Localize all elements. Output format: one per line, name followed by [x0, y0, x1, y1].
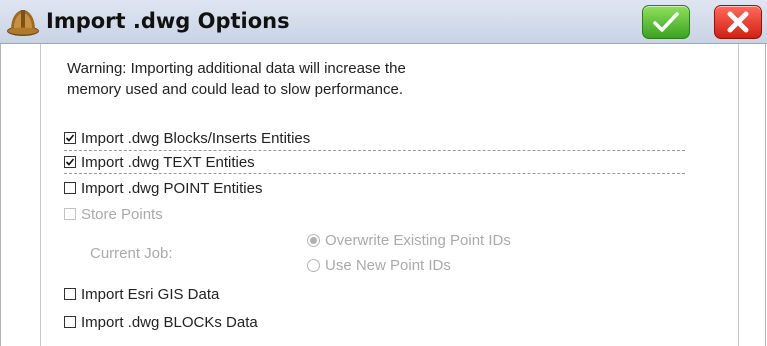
radio-button — [307, 258, 320, 272]
checkbox-blocks-inserts[interactable] — [64, 132, 76, 144]
option-label: Import Esri GIS Data — [81, 285, 220, 303]
option-blocks-data[interactable]: Import .dwg BLOCKs Data — [64, 311, 258, 333]
option-point-entities[interactable]: Import .dwg POINT Entities — [64, 177, 262, 199]
checkbox-text-entities[interactable] — [64, 156, 76, 168]
warning-message: Warning: Importing additional data will … — [67, 60, 406, 98]
checkbox-point-entities[interactable] — [64, 182, 76, 194]
panel-divider-left — [40, 44, 41, 346]
title-bar: Import .dwg Options — [0, 0, 767, 44]
hard-hat-icon — [6, 6, 40, 38]
option-label: Import .dwg Blocks/Inserts Entities — [81, 129, 311, 147]
panel-divider-right — [738, 44, 739, 346]
option-label: Import .dwg TEXT Entities — [81, 153, 255, 171]
option-label: Import .dwg POINT Entities — [81, 179, 263, 197]
current-job-label: Current Job: — [90, 245, 173, 262]
option-label: Store Points — [81, 205, 163, 223]
checkbox-blocks-data[interactable] — [64, 316, 76, 328]
checkbox-esri-gis[interactable] — [64, 288, 76, 300]
radio-label: Overwrite Existing Point IDs — [325, 231, 511, 249]
radio-button-selected — [307, 233, 320, 247]
checkmark-icon — [653, 12, 679, 32]
option-blocks-inserts[interactable]: Import .dwg Blocks/Inserts Entities — [64, 127, 310, 149]
accept-button[interactable] — [642, 5, 690, 39]
close-x-icon — [727, 11, 749, 33]
radio-overwrite-existing: Overwrite Existing Point IDs — [307, 230, 511, 250]
dialog-border-left — [0, 44, 1, 346]
option-esri-gis[interactable]: Import Esri GIS Data — [64, 283, 219, 305]
dialog-title: Import .dwg Options — [46, 9, 290, 33]
option-store-points: Store Points — [64, 203, 163, 225]
dialog-border-right — [765, 44, 766, 346]
option-text-entities[interactable]: Import .dwg TEXT Entities — [64, 150, 685, 174]
close-button[interactable] — [714, 5, 762, 39]
option-label: Import .dwg BLOCKs Data — [81, 313, 258, 331]
radio-label: Use New Point IDs — [325, 256, 451, 274]
checkbox-store-points — [64, 208, 76, 220]
radio-use-new-ids: Use New Point IDs — [307, 255, 451, 275]
